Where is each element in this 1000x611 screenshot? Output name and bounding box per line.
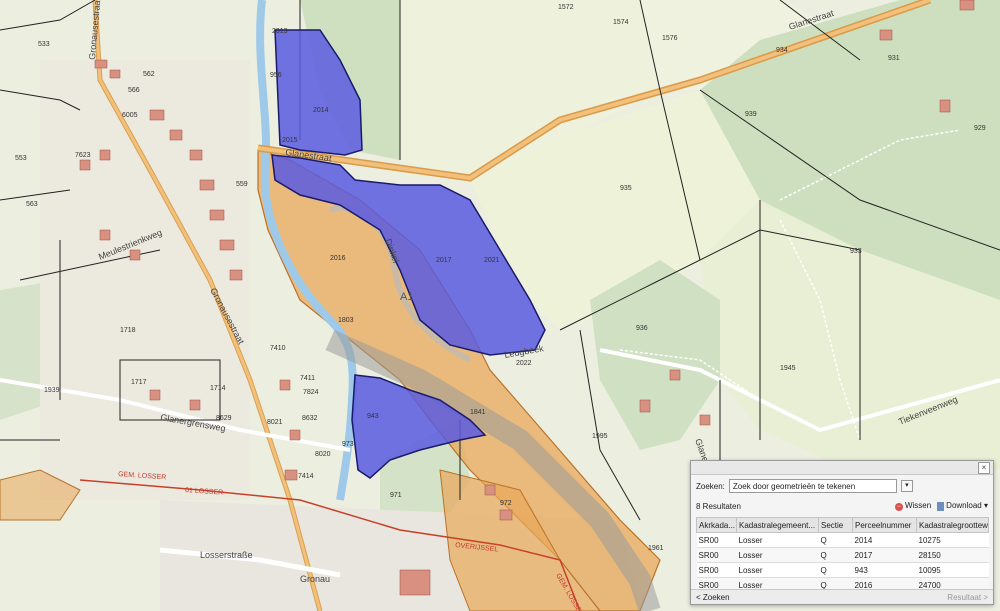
parcel-label: 1945 [780, 365, 796, 372]
next-result-link[interactable]: Resultaat > [947, 593, 988, 602]
table-cell: 943 [852, 562, 917, 578]
parcel-label: 972 [500, 500, 512, 507]
parcel-label: 1995 [592, 433, 608, 440]
parcel-label: 559 [236, 181, 248, 188]
parcel-label: 7414 [298, 473, 314, 480]
search-label: Zoeken: [696, 481, 725, 491]
parcel-label: 934 [776, 47, 788, 54]
download-button[interactable]: Download ▾ [937, 501, 988, 511]
parcel-label: 7824 [303, 389, 319, 396]
table-row[interactable]: SR00 Losser Q 943 10095 [696, 562, 989, 578]
parcel-label: 6005 [122, 112, 138, 119]
road-label-a1: A1 [400, 291, 413, 303]
parcel-label: 1803 [338, 317, 354, 324]
search-mode-select[interactable]: Zoek door geometrieën te tekenen [728, 479, 897, 493]
parcel-label: 8020 [315, 451, 331, 458]
table-cell: SR00 [696, 547, 737, 563]
parcel-label: 935 [620, 185, 632, 192]
table-cell: Q [818, 547, 853, 563]
parcel-label: 939 [745, 111, 757, 118]
parcel-label: 931 [888, 55, 900, 62]
parcel-label: 1939 [44, 387, 60, 394]
table-cell: 2017 [852, 547, 917, 563]
road-label-losserstrasse: Losserstraße [200, 550, 253, 560]
parcel-label: 2016 [330, 255, 346, 262]
parcel-label: 1714 [210, 385, 226, 392]
parcel-label: 2014 [313, 107, 329, 114]
parcel-label: 1572 [558, 4, 574, 11]
clear-icon: − [894, 503, 903, 511]
column-header[interactable]: Kadastralegrootteware [916, 517, 989, 533]
parcel-label: 2015 [282, 137, 298, 144]
parcel-label: 533 [38, 41, 50, 48]
town-area [40, 60, 250, 500]
column-header[interactable]: Kadastralegemeent... [736, 517, 819, 533]
column-header[interactable]: Sectie [818, 517, 853, 533]
parcel-label: 936 [636, 325, 648, 332]
parcel-label: 8629 [216, 415, 232, 422]
table-row[interactable]: SR00 Losser Q 2014 10275 [696, 532, 989, 548]
column-header[interactable]: Akrkada... [696, 517, 737, 533]
parcel-label: 933 [850, 248, 862, 255]
panel-footer: < Zoeken Resultaat > [691, 589, 993, 604]
parcel-label: 1717 [131, 379, 147, 386]
search-results-panel: × Zoeken: Zoek door geometrieën te teken… [690, 460, 994, 605]
parcel-label: 956 [270, 72, 282, 79]
chevron-down-icon[interactable]: ▾ [900, 480, 913, 492]
results-table: Akrkada... Kadastralegemeent... Sectie P… [696, 517, 989, 593]
parcel-label: 7411 [300, 375, 315, 382]
parcel-label: 971 [390, 492, 402, 499]
search-row: Zoeken: Zoek door geometrieën te tekenen… [696, 479, 913, 493]
parcel-label: 7623 [75, 152, 91, 159]
parcel-label: 562 [143, 71, 155, 78]
table-cell: Losser [736, 547, 819, 563]
parcel-label: 1576 [662, 35, 678, 42]
search-mode-value: Zoek door geometrieën te tekenen [732, 481, 856, 491]
table-cell: SR00 [696, 562, 737, 578]
parcel-label: 8632 [302, 415, 318, 422]
download-label: Download [946, 501, 982, 511]
parcel-label: 1718 [120, 327, 136, 334]
parcel-label: 943 [367, 413, 379, 420]
parcel-label: 2021 [484, 257, 500, 264]
parcel-label: 929 [974, 125, 986, 132]
parcel-label: 1961 [648, 545, 664, 552]
parcel-label: 7410 [270, 345, 286, 352]
parcel-label: 566 [128, 87, 140, 94]
table-cell: 10275 [916, 532, 989, 548]
table-cell: 10095 [916, 562, 989, 578]
parcel-label: 2017 [436, 257, 452, 264]
table-cell: 28150 [916, 547, 989, 563]
results-count: 8 Resultaten [696, 501, 741, 511]
table-cell: Losser [736, 532, 819, 548]
wissen-button[interactable]: − Wissen [894, 501, 932, 511]
parcel-label: 563 [26, 201, 38, 208]
table-cell: SR00 [696, 532, 737, 548]
back-to-search-link[interactable]: < Zoeken [696, 593, 730, 602]
column-header[interactable]: Perceelnummer [852, 517, 917, 533]
parcel-label: 2022 [516, 360, 532, 367]
results-toolbar: 8 Resultaten − Wissen Download ▾ [696, 499, 988, 513]
table-row[interactable]: SR00 Losser Q 2017 28150 [696, 547, 989, 563]
table-cell: Q [818, 532, 853, 548]
parcel-label: 1841 [470, 409, 486, 416]
close-icon[interactable]: × [978, 462, 990, 474]
parcel-label: 8021 [267, 419, 283, 426]
table-cell: Losser [736, 562, 819, 578]
parcel-label: 973 [342, 441, 354, 448]
table-cell: Q [818, 562, 853, 578]
panel-titlebar[interactable]: × [691, 461, 993, 475]
parcel-label: 553 [15, 155, 27, 162]
download-icon [937, 501, 945, 511]
parcel-label: 2013 [272, 28, 288, 35]
table-header-row: Akrkada... Kadastralegemeent... Sectie P… [696, 517, 989, 533]
table-cell: 2014 [852, 532, 917, 548]
place-label-gronau: Gronau [300, 574, 330, 584]
parcel-label: 1574 [613, 19, 629, 26]
wissen-label: Wissen [904, 501, 932, 510]
